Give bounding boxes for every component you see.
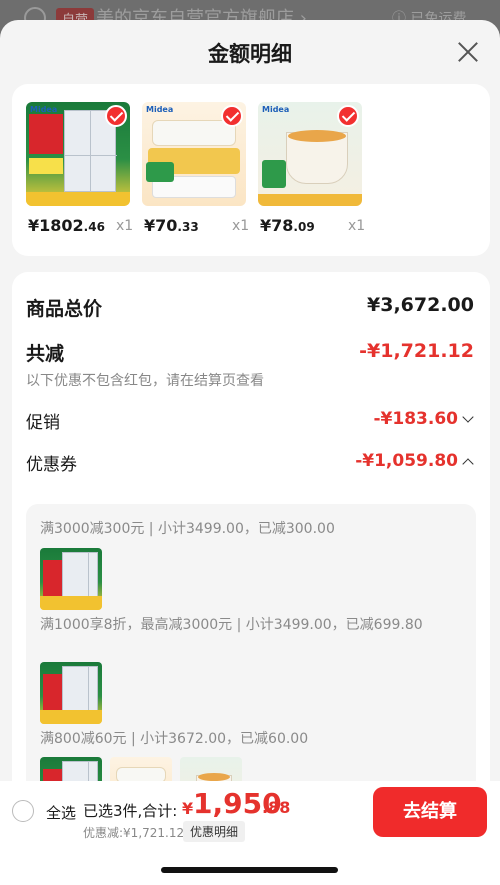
coupon-rule: 满3000减300元 | 小计3499.00，已减300.00 (40, 521, 335, 537)
coupon-rule: 满800减60元 | 小计3672.00，已减60.00 (40, 731, 309, 747)
coupon-value[interactable]: -¥1,059.80 (355, 451, 458, 471)
total-label: 商品总价 (26, 298, 103, 320)
reduce-value: -¥1,721.12 (359, 340, 474, 362)
coupon-product-thumbnail (40, 662, 102, 724)
chevron-up-icon[interactable] (462, 458, 474, 470)
product-price-row: ¥78.09 x1 (260, 216, 378, 235)
product-quantity: x1 (232, 218, 250, 234)
total-amount-cents: .88 (262, 798, 291, 817)
product-thumbnail[interactable]: Midea (26, 102, 130, 206)
product-quantity: x1 (116, 218, 134, 234)
coupon-product-thumbnail (40, 548, 102, 610)
product-price-cents: .33 (177, 220, 199, 234)
product-card: Midea ¥1802.46 x1 Midea ¥70.33 x1 Midea … (12, 84, 490, 256)
brand-logo: Midea (146, 105, 174, 114)
discount-summary: 优惠减:¥1,721.12 (83, 826, 185, 840)
selected-check-icon (105, 105, 127, 127)
promo-label: 促销 (26, 413, 60, 433)
discount-hint: 以下优惠不包含红包，请在结算页查看 (26, 373, 264, 389)
product-thumbnail[interactable]: Midea (142, 102, 246, 206)
total-currency: ¥ (182, 799, 194, 818)
coupon-label: 优惠券 (26, 455, 77, 475)
total-value: ¥3,672.00 (367, 294, 474, 316)
discount-detail-chip[interactable]: 优惠明细 (183, 821, 246, 842)
product-price: ¥1802 (28, 216, 84, 235)
product-price-row: ¥70.33 x1 (144, 216, 262, 235)
reduce-label: 共减 (26, 343, 65, 365)
product-quantity: x1 (348, 218, 366, 234)
coupon-rule: 满1000享8折，最高减3000元 | 小计3499.00，已减699.80 (40, 617, 423, 633)
checkout-button[interactable]: 去结算 (373, 787, 487, 837)
product-item[interactable]: Midea ¥78.09 x1 (258, 102, 368, 235)
home-indicator (161, 867, 338, 873)
product-price-cents: .46 (83, 220, 105, 234)
product-item[interactable]: Midea ¥1802.46 x1 (26, 102, 136, 235)
amount-detail-sheet: 金额明细 Midea ¥1802.46 x1 Midea ¥70.33 x1 M… (0, 20, 500, 885)
brand-logo: Midea (262, 105, 290, 114)
checkout-bar: 全选 已选3件,合计: ¥ 1,950 .88 优惠减:¥1,721.12 优惠… (0, 781, 500, 885)
select-all-label[interactable]: 全选 (46, 802, 76, 823)
brand-logo: Midea (30, 105, 58, 114)
chevron-down-icon[interactable] (462, 411, 474, 423)
selected-check-icon (337, 105, 359, 127)
product-price: ¥78 (260, 216, 294, 235)
promo-value[interactable]: -¥183.60 (374, 409, 459, 429)
product-price: ¥70 (144, 216, 178, 235)
sheet-title: 金额明细 (208, 42, 292, 66)
selected-check-icon (221, 105, 243, 127)
product-price-row: ¥1802.46 x1 (28, 216, 146, 235)
close-icon[interactable] (452, 36, 484, 68)
select-all-radio[interactable] (12, 800, 34, 822)
product-item[interactable]: Midea ¥70.33 x1 (142, 102, 252, 235)
selected-count-text: 已选3件,合计: (83, 802, 178, 820)
product-thumbnail[interactable]: Midea (258, 102, 362, 206)
product-price-cents: .09 (293, 220, 315, 234)
